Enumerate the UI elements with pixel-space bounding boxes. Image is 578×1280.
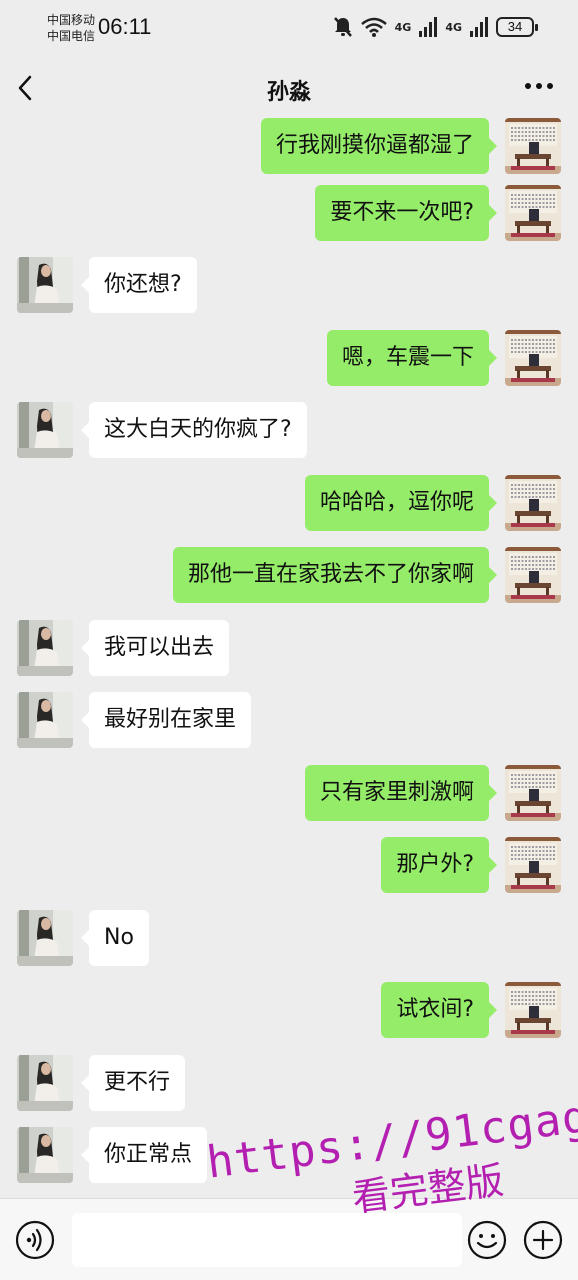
battery-indicator: 34 [496,17,538,37]
message-bubble[interactable]: 那户外? [381,837,497,893]
message-bubble[interactable]: 这大白天的你疯了? [81,402,307,458]
message-input[interactable] [72,1213,462,1267]
signal-icon-1 [419,17,438,37]
status-time: 06:11 [98,14,152,39]
chat-messages[interactable]: 行我刚摸你逼都湿了 要不来一次吧? 你还想? 嗯，车震一下 这大白天的你疯了? … [0,110,578,1198]
carrier-1: 中国移动 [47,13,96,27]
chat-title: 孙淼 [266,80,311,105]
message-bubble[interactable]: 那他一直在家我去不了你家啊 [172,547,498,603]
input-bar [0,1198,578,1280]
avatar-self[interactable] [505,475,561,531]
message-incoming: 更不行 [0,1055,578,1115]
avatar-self[interactable] [505,982,561,1038]
message-outgoing: 哈哈哈，逗你呢 [0,475,578,535]
avatar-contact[interactable] [17,257,73,313]
avatar-self[interactable] [505,118,561,174]
message-bubble[interactable]: 更不行 [80,1055,186,1111]
message-outgoing: 嗯，车震一下 [0,330,578,390]
wifi-icon [360,17,387,37]
message-bubble[interactable]: 只有家里刺激啊 [304,765,498,821]
avatar-contact[interactable] [17,402,73,458]
message-outgoing: 那户外? [0,837,578,897]
avatar-contact[interactable] [17,1055,73,1111]
avatar-contact[interactable] [17,910,73,966]
carrier-labels: 中国移动 中国电信 [47,12,95,44]
emoji-icon[interactable] [466,1219,508,1261]
message-bubble[interactable]: 要不来一次吧? [315,185,497,241]
avatar-self[interactable] [505,547,561,603]
network-type-2: 4G [445,20,462,34]
avatar-contact[interactable] [17,692,73,748]
network-type-1: 4G [394,20,412,34]
message-outgoing: 行我刚摸你逼都湿了 [0,118,578,178]
signal-icon-2 [470,17,488,37]
system-icons: 4G 4G 34 [333,16,538,38]
plus-icon[interactable] [522,1219,564,1261]
message-bubble[interactable]: 嗯，车震一下 [326,330,498,386]
message-bubble[interactable]: No [81,910,149,966]
avatar-self[interactable] [505,185,561,241]
message-outgoing: 试衣间? [0,982,578,1042]
avatar-contact[interactable] [17,620,73,676]
mute-bell-icon [333,17,352,37]
avatar-contact[interactable] [17,1127,73,1183]
voice-icon[interactable] [14,1219,56,1261]
more-dots-icon[interactable] [524,82,554,90]
message-bubble[interactable]: 你还想? [81,257,197,313]
message-bubble[interactable]: 行我刚摸你逼都湿了 [260,118,498,174]
message-outgoing: 只有家里刺激啊 [0,765,578,825]
message-incoming: No [0,910,578,970]
avatar-self[interactable] [505,765,561,821]
message-incoming: 你还想? [0,257,578,317]
message-bubble[interactable]: 你正常点 [80,1127,208,1183]
message-outgoing: 那他一直在家我去不了你家啊 [0,547,578,607]
message-bubble[interactable]: 试衣间? [381,982,497,1038]
message-incoming: 你正常点 [0,1127,578,1187]
avatar-self[interactable] [505,330,561,386]
avatar-self[interactable] [505,837,561,893]
message-incoming: 我可以出去 [0,620,578,680]
message-bubble[interactable]: 最好别在家里 [80,692,252,748]
message-incoming: 这大白天的你疯了? [0,402,578,462]
message-incoming: 最好别在家里 [0,692,578,752]
status-bar: 中国移动 中国电信 06:11 4G 4G 34 [0,0,578,56]
message-outgoing: 要不来一次吧? [0,185,578,245]
message-bubble[interactable]: 哈哈哈，逗你呢 [304,475,498,531]
message-bubble[interactable]: 我可以出去 [80,620,230,676]
carrier-2: 中国电信 [47,29,96,43]
